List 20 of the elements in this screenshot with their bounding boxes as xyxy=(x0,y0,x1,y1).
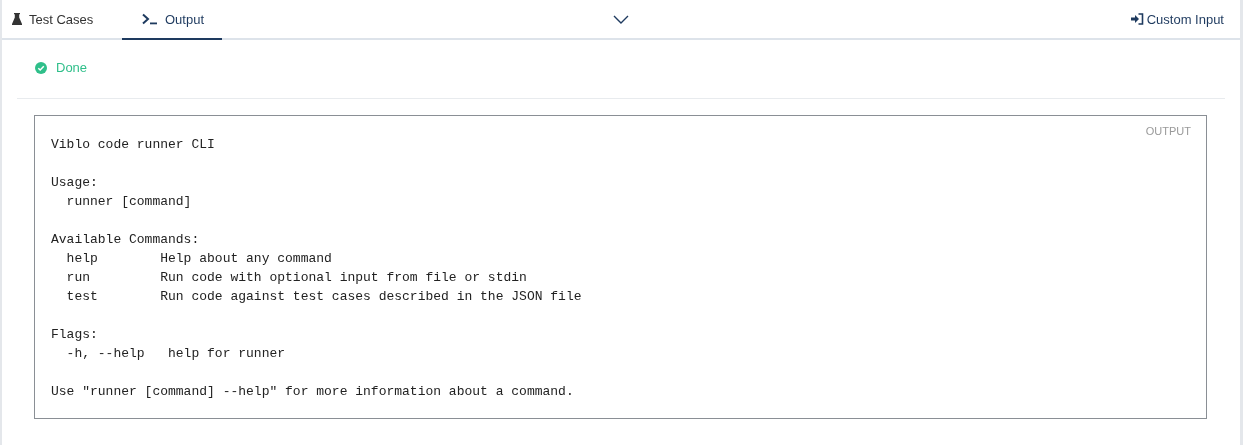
tab[interactable]: Output xyxy=(122,0,222,40)
chevron-down-icon[interactable] xyxy=(613,14,629,24)
output-line: Usage: xyxy=(51,174,98,192)
output-line: Viblo code runner CLI xyxy=(51,136,215,154)
output-line: run Run code with optional input from file or stdin xyxy=(65,269,527,287)
status-text: Done xyxy=(56,62,88,74)
output-label: OUTPUT xyxy=(1145,125,1191,137)
tab[interactable]: Test Cases xyxy=(2,0,122,40)
output-line: help Help about any command xyxy=(65,250,332,268)
output-line: Available Commands: xyxy=(51,231,200,249)
output-line: Flags: xyxy=(51,326,98,344)
sign-in-icon xyxy=(1130,13,1144,25)
custom-input-button[interactable]: Custom Input xyxy=(1130,11,1224,27)
terminal-icon xyxy=(142,13,158,25)
output-line: -h, --help help for runner xyxy=(65,345,286,363)
output-line: runner [command] xyxy=(65,193,192,211)
output-line: test Run code against test cases described in the JSON file xyxy=(65,288,582,306)
check-circle-icon xyxy=(35,62,47,74)
flask-icon xyxy=(12,13,22,25)
output-line: Use "runner [command] --help" for more information about a command. xyxy=(51,383,574,401)
